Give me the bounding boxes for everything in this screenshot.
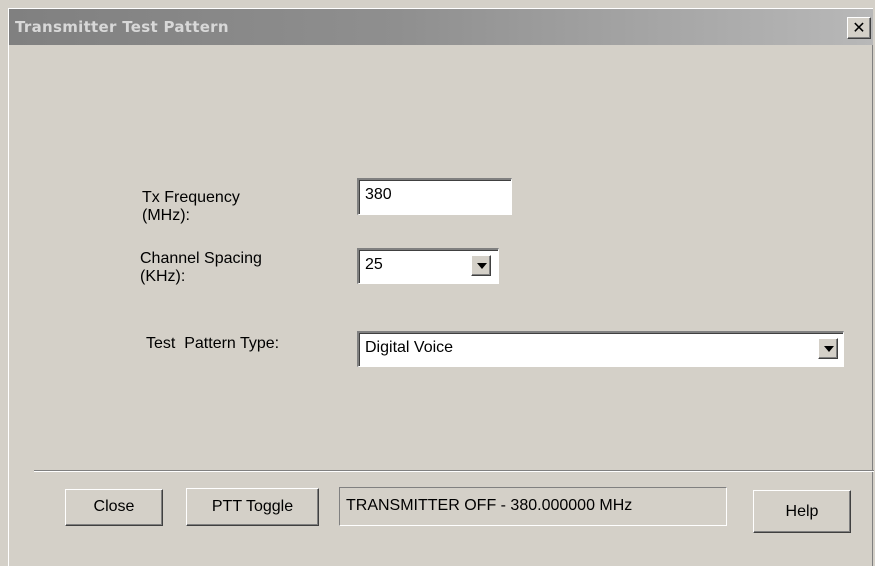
separator-line xyxy=(34,470,874,472)
help-button[interactable]: Help xyxy=(753,490,851,533)
dialog-window: Transmitter Test Pattern ✕ Tx Frequency … xyxy=(8,8,874,566)
close-icon: ✕ xyxy=(852,18,866,37)
test-pattern-type-label: Test Pattern Type: xyxy=(146,335,280,352)
channel-spacing-select[interactable]: 25 xyxy=(357,248,499,284)
test-pattern-type-dropdown-button[interactable] xyxy=(818,338,838,359)
ptt-toggle-button[interactable]: PTT Toggle xyxy=(186,488,319,526)
title-bar[interactable]: Transmitter Test Pattern ✕ xyxy=(9,9,873,45)
close-window-button[interactable]: ✕ xyxy=(847,17,871,39)
tx-frequency-label-line1: Tx Frequency xyxy=(142,189,240,206)
test-pattern-type-select[interactable]: Digital Voice xyxy=(357,331,844,367)
chevron-down-icon xyxy=(824,346,834,352)
tx-frequency-label: Tx Frequency (MHz): xyxy=(142,189,240,225)
test-pattern-type-value: Digital Voice xyxy=(365,339,454,356)
chevron-down-icon xyxy=(477,263,487,269)
close-button[interactable]: Close xyxy=(65,489,163,526)
channel-spacing-label: Channel Spacing (KHz): xyxy=(140,250,262,286)
window-title: Transmitter Test Pattern xyxy=(15,18,229,36)
status-display: TRANSMITTER OFF - 380.000000 MHz xyxy=(339,487,727,526)
channel-spacing-value: 25 xyxy=(365,256,383,273)
channel-spacing-label-line2: (KHz): xyxy=(140,268,186,285)
tx-frequency-label-line2: (MHz): xyxy=(142,207,190,224)
status-text: TRANSMITTER OFF - 380.000000 MHz xyxy=(346,497,633,514)
channel-spacing-label-line1: Channel Spacing xyxy=(140,250,262,267)
channel-spacing-dropdown-button[interactable] xyxy=(471,255,491,276)
tx-frequency-input[interactable]: 380 xyxy=(357,178,512,215)
tx-frequency-value: 380 xyxy=(365,186,392,203)
